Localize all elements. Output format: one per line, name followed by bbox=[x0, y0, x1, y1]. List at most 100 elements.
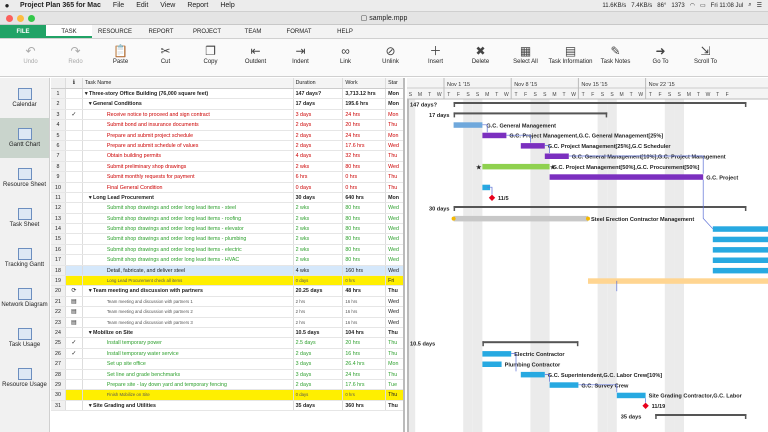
row-id[interactable]: 1 bbox=[51, 89, 66, 99]
table-row[interactable]: 19 Long Lead Procurement check all items 0… bbox=[51, 276, 403, 287]
work-cell[interactable]: 80 hrs bbox=[343, 234, 387, 244]
task-name-cell[interactable]: Final General Condition bbox=[83, 182, 294, 192]
start-cell[interactable]: Mon bbox=[386, 110, 403, 119]
duration-cell[interactable]: 0 days bbox=[294, 182, 344, 192]
start-cell[interactable]: Fri bbox=[386, 276, 403, 285]
duration-cell[interactable]: 20.25 days bbox=[294, 286, 344, 296]
start-cell[interactable]: Mon bbox=[386, 131, 403, 140]
view-task-usage[interactable]: Task Usage bbox=[0, 318, 49, 358]
view-network-diagram[interactable]: Network Diagram bbox=[0, 278, 49, 318]
task-name-cell[interactable]: ▾ General Conditions bbox=[83, 99, 294, 109]
work-column-header[interactable]: Work bbox=[343, 78, 387, 88]
work-cell[interactable]: 24 hrs bbox=[343, 369, 387, 379]
row-id[interactable]: 20 bbox=[51, 286, 66, 296]
table-row[interactable]: 31 ▾ Site Grading and Utilities 35 days 360… bbox=[51, 400, 403, 412]
task-name-cell[interactable]: ▾ Mobilize on Site bbox=[83, 327, 294, 338]
view-task-sheet[interactable]: Task Sheet bbox=[0, 198, 49, 238]
work-cell[interactable]: 17.6 hrs bbox=[343, 379, 387, 390]
task-bar-6[interactable] bbox=[544, 153, 569, 160]
duration-cell[interactable]: 3 days bbox=[294, 109, 344, 120]
start-cell[interactable]: Wed bbox=[386, 297, 403, 306]
duration-cell[interactable]: 2 wks bbox=[294, 161, 344, 172]
work-cell[interactable]: 160 hrs bbox=[343, 265, 387, 276]
start-cell[interactable]: Mon bbox=[386, 89, 403, 98]
duration-cell[interactable]: 17 days bbox=[294, 99, 344, 109]
duration-cell[interactable]: 2 hrs bbox=[294, 307, 344, 317]
duration-cell[interactable]: 2 hrs bbox=[294, 296, 344, 307]
duration-column-header[interactable]: Duration bbox=[294, 78, 344, 88]
task-name-cell[interactable]: Submit shop drawings and order long lead… bbox=[83, 244, 294, 255]
task-name-cell[interactable]: ▾ Site Grading and Utilities bbox=[83, 400, 294, 411]
work-cell[interactable]: 80 hrs bbox=[343, 161, 387, 172]
start-cell[interactable]: Wed bbox=[386, 245, 403, 254]
task-name-cell[interactable]: Receive notice to proceed and sign contr… bbox=[83, 109, 294, 120]
view-calendar[interactable]: Calendar bbox=[0, 78, 49, 118]
row-id[interactable]: 4 bbox=[51, 120, 66, 130]
start-cell[interactable]: Wed bbox=[386, 203, 403, 212]
row-id[interactable]: 22 bbox=[51, 307, 66, 317]
table-row[interactable]: 14 Submit shop drawings and order long le… bbox=[51, 224, 403, 235]
work-cell[interactable]: 48 hrs bbox=[343, 286, 387, 296]
task-name-cell[interactable]: Submit shop drawings and order long lead… bbox=[83, 224, 294, 234]
work-cell[interactable]: 32 hrs bbox=[343, 151, 387, 161]
duration-cell[interactable]: 4 wks bbox=[294, 265, 344, 276]
work-cell[interactable]: 0 hrs bbox=[343, 172, 387, 182]
task-bar-17[interactable] bbox=[712, 267, 768, 274]
work-cell[interactable]: 360 hrs bbox=[343, 400, 387, 411]
table-row[interactable]: 30 Finish Mobilize on Site 0 days 0 hrs Thu bbox=[51, 390, 403, 401]
row-id[interactable]: 17 bbox=[51, 255, 66, 265]
table-row[interactable]: 22 ▤ Team meeting and discussion with part… bbox=[51, 307, 403, 318]
task-bar-8[interactable] bbox=[549, 174, 704, 180]
start-cell[interactable]: Thu bbox=[386, 183, 403, 192]
task-name-cell[interactable]: ▾ Team meeting and discussion with partn… bbox=[83, 286, 294, 296]
task-name-cell[interactable]: Submit bond and insurance documents bbox=[83, 120, 294, 130]
table-row[interactable]: 29 Prepare site - lay down yard and tempo… bbox=[51, 379, 403, 391]
task-notes-button[interactable]: ✎ Task Notes bbox=[593, 39, 638, 77]
table-row[interactable]: 23 ▤ Team meeting and discussion with part… bbox=[51, 317, 403, 328]
start-cell[interactable]: Tue bbox=[386, 380, 403, 389]
task-name-cell[interactable]: Team meeting and discussion with partner… bbox=[83, 307, 294, 317]
start-cell[interactable]: Thu bbox=[386, 172, 403, 181]
view-tracking-gantt[interactable]: Tracking Gantt bbox=[0, 238, 49, 278]
table-row[interactable]: 28 Set line and grade benchmarks 3 days 24 … bbox=[51, 369, 403, 380]
project-summary-bar[interactable] bbox=[453, 102, 747, 104]
work-cell[interactable]: 195.6 hrs bbox=[343, 99, 387, 109]
pane-splitter[interactable] bbox=[407, 99, 409, 432]
task-name-cell[interactable]: Submit preliminary shop drawings bbox=[83, 161, 294, 172]
minimize-window-button[interactable] bbox=[17, 15, 24, 22]
task-name-cell[interactable]: Prepare and submit schedule of values bbox=[83, 140, 294, 151]
task-bar-7[interactable] bbox=[482, 163, 550, 170]
task-bar-28[interactable] bbox=[549, 382, 579, 388]
start-cell[interactable]: Thu bbox=[386, 370, 403, 379]
task-name-cell[interactable]: Finish Mobilize on Site bbox=[83, 390, 294, 400]
view-resource-usage[interactable]: Resource Usage bbox=[0, 358, 49, 398]
general-conditions-summary[interactable] bbox=[453, 112, 608, 115]
task-name-cell[interactable]: Prepare and submit project schedule bbox=[83, 130, 294, 140]
row-id[interactable]: 3 bbox=[51, 109, 66, 120]
table-row[interactable]: 17 Submit shop drawings and order long le… bbox=[51, 255, 403, 266]
undo-button[interactable]: ↶ Undo bbox=[8, 39, 53, 77]
duration-cell[interactable]: 2 days bbox=[294, 379, 344, 390]
table-row[interactable]: 24 ▾ Mobilize on Site 10.5 days 104 hrs Thu bbox=[51, 327, 403, 339]
duration-cell[interactable]: 2 wks bbox=[294, 244, 344, 255]
task-name-cell[interactable]: Install temporary power bbox=[83, 338, 294, 348]
task-bar-16[interactable] bbox=[712, 257, 768, 264]
task-name-cell[interactable]: Set up site office bbox=[83, 359, 294, 369]
row-id[interactable]: 10 bbox=[51, 182, 66, 192]
tab-project[interactable]: PROJECT bbox=[184, 25, 230, 38]
work-cell[interactable]: 80 hrs bbox=[343, 224, 387, 234]
work-cell[interactable]: 16 hrs bbox=[343, 317, 387, 327]
start-cell[interactable]: Thu bbox=[386, 401, 403, 410]
duration-cell[interactable]: 2 wks bbox=[294, 213, 344, 224]
duration-cell[interactable]: 2.5 days bbox=[294, 338, 344, 348]
table-row[interactable]: 8 Submit preliminary shop drawings 2 wks 80… bbox=[51, 161, 403, 173]
delete-button[interactable]: ✖ Delete bbox=[458, 39, 503, 77]
clock[interactable]: Fri 11:08 Jul bbox=[711, 3, 744, 9]
task-name-cell[interactable]: Detail, fabricate, and deliver steel bbox=[83, 265, 294, 276]
work-cell[interactable]: 16 hrs bbox=[343, 307, 387, 317]
work-cell[interactable]: 80 hrs bbox=[343, 244, 387, 255]
site-grading-summary[interactable] bbox=[655, 414, 747, 416]
task-bar-29[interactable] bbox=[616, 392, 646, 399]
search-icon[interactable]: ⌕ bbox=[748, 2, 751, 9]
row-id[interactable]: 23 bbox=[51, 317, 66, 327]
